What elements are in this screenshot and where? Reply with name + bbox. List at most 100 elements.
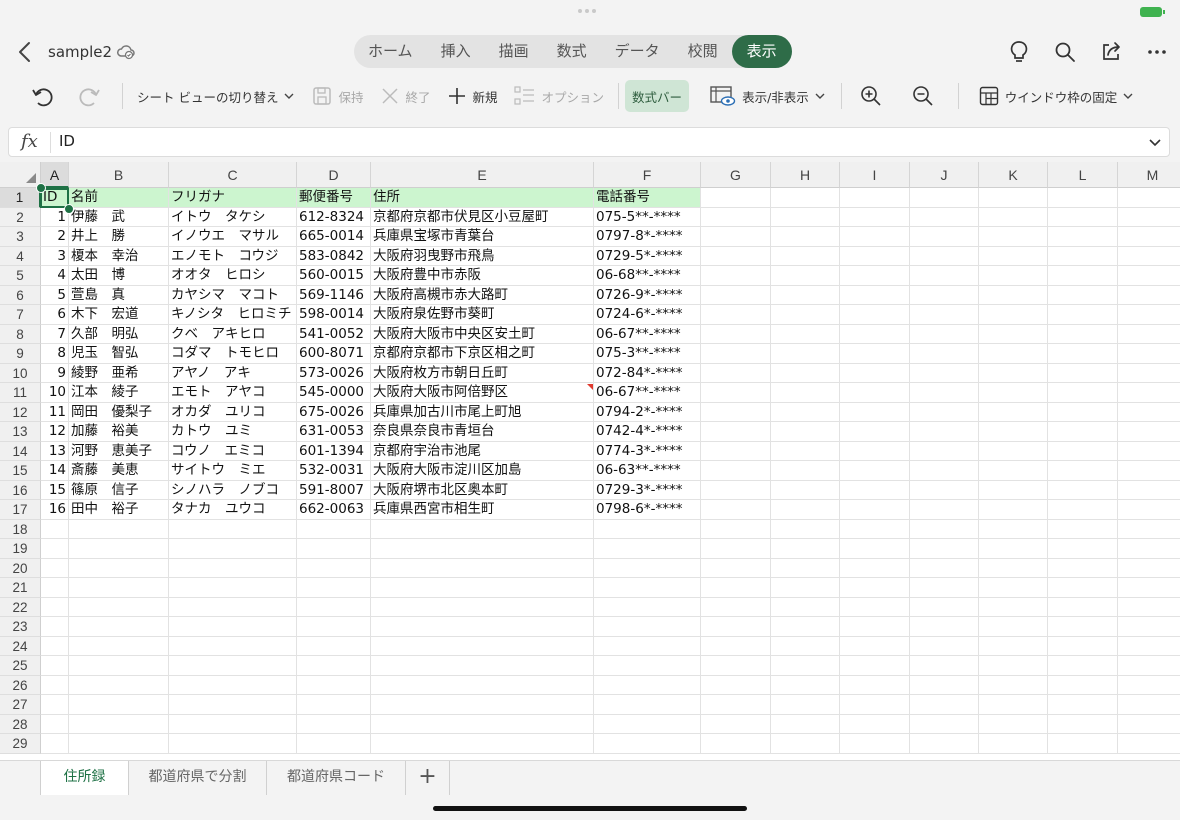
cell[interactable] bbox=[840, 558, 910, 578]
cell[interactable] bbox=[41, 656, 69, 676]
cell[interactable] bbox=[1048, 539, 1118, 559]
cell[interactable] bbox=[169, 695, 297, 715]
cell[interactable]: アヤノ アキ bbox=[169, 363, 297, 383]
cell[interactable]: 573-0026 bbox=[297, 363, 371, 383]
cell[interactable] bbox=[840, 714, 910, 734]
cell[interactable] bbox=[771, 636, 840, 656]
cell[interactable] bbox=[840, 636, 910, 656]
keep-button[interactable]: 保持 bbox=[304, 80, 371, 112]
cell[interactable]: 篠原 信子 bbox=[69, 480, 169, 500]
cell[interactable] bbox=[1048, 188, 1118, 208]
cell[interactable]: 0798-6*-**** bbox=[594, 500, 701, 520]
cell[interactable] bbox=[910, 519, 979, 539]
cell[interactable] bbox=[297, 656, 371, 676]
cell[interactable]: 0726-9*-**** bbox=[594, 285, 701, 305]
cell[interactable] bbox=[41, 519, 69, 539]
cell[interactable] bbox=[701, 383, 771, 403]
cell[interactable]: 560-0015 bbox=[297, 266, 371, 286]
cell[interactable]: 072-84*-**** bbox=[594, 363, 701, 383]
cell[interactable] bbox=[1118, 403, 1180, 422]
cell[interactable] bbox=[1118, 227, 1180, 247]
cell[interactable]: 601-1394 bbox=[297, 441, 371, 461]
cell[interactable] bbox=[1118, 539, 1180, 559]
cell[interactable] bbox=[771, 461, 840, 481]
cell[interactable] bbox=[371, 617, 594, 637]
cell[interactable]: 兵庫県西宮市相生町 bbox=[371, 500, 594, 520]
cell[interactable] bbox=[1048, 402, 1118, 422]
header-cell[interactable]: 電話番号 bbox=[594, 188, 701, 208]
cell[interactable] bbox=[840, 422, 910, 442]
cell[interactable] bbox=[701, 305, 771, 325]
cell[interactable] bbox=[910, 500, 979, 520]
expand-formula-icon[interactable] bbox=[1147, 134, 1163, 154]
cell[interactable] bbox=[41, 597, 69, 617]
cell[interactable] bbox=[1118, 442, 1180, 461]
cell[interactable] bbox=[169, 714, 297, 734]
cell[interactable]: 大阪府泉佐野市葵町 bbox=[371, 305, 594, 325]
cell[interactable]: 井上 勝 bbox=[69, 227, 169, 247]
cell[interactable]: シノハラ ノブコ bbox=[169, 480, 297, 500]
cell[interactable] bbox=[169, 597, 297, 617]
cell[interactable] bbox=[1048, 636, 1118, 656]
cell[interactable] bbox=[69, 636, 169, 656]
home-indicator[interactable] bbox=[433, 806, 747, 811]
cell[interactable] bbox=[840, 519, 910, 539]
cell[interactable]: カヤシマ マコト bbox=[169, 285, 297, 305]
cell[interactable] bbox=[41, 695, 69, 715]
cell[interactable]: 569-1146 bbox=[297, 285, 371, 305]
cell[interactable]: 612-8324 bbox=[297, 207, 371, 227]
cell[interactable] bbox=[701, 227, 771, 247]
sheet-tab[interactable]: 都道府県コード bbox=[267, 761, 406, 795]
cell[interactable] bbox=[69, 539, 169, 559]
cell[interactable]: 14 bbox=[41, 461, 69, 481]
more-options-icon[interactable] bbox=[1144, 39, 1170, 65]
cell[interactable]: 0794-2*-**** bbox=[594, 402, 701, 422]
cell[interactable] bbox=[701, 558, 771, 578]
cell[interactable] bbox=[69, 558, 169, 578]
share-icon[interactable] bbox=[1098, 39, 1124, 65]
cell[interactable] bbox=[840, 266, 910, 286]
column-header[interactable]: G bbox=[701, 162, 771, 188]
cell[interactable] bbox=[169, 578, 297, 598]
cell[interactable] bbox=[771, 246, 840, 266]
cell[interactable] bbox=[771, 227, 840, 247]
search-icon[interactable] bbox=[1052, 39, 1078, 65]
row-header[interactable]: 7 bbox=[0, 305, 41, 325]
row-header[interactable]: 29 bbox=[0, 734, 41, 754]
cell[interactable] bbox=[594, 597, 701, 617]
selection-handle[interactable] bbox=[64, 204, 74, 214]
cell[interactable] bbox=[701, 695, 771, 715]
cell[interactable] bbox=[979, 558, 1048, 578]
cell[interactable] bbox=[371, 656, 594, 676]
cell[interactable] bbox=[840, 461, 910, 481]
undo-button[interactable] bbox=[0, 80, 70, 112]
cell[interactable] bbox=[1118, 637, 1180, 656]
cell[interactable] bbox=[771, 188, 840, 208]
cell[interactable] bbox=[701, 441, 771, 461]
cell[interactable] bbox=[371, 519, 594, 539]
cell[interactable]: 0724-6*-**** bbox=[594, 305, 701, 325]
cell[interactable] bbox=[771, 734, 840, 754]
cell[interactable] bbox=[69, 578, 169, 598]
cell[interactable] bbox=[1118, 208, 1180, 227]
cell[interactable]: 583-0842 bbox=[297, 246, 371, 266]
cell[interactable] bbox=[910, 422, 979, 442]
cell[interactable] bbox=[1048, 363, 1118, 383]
cell[interactable] bbox=[910, 656, 979, 676]
cell[interactable] bbox=[910, 266, 979, 286]
cell[interactable] bbox=[297, 636, 371, 656]
cell[interactable] bbox=[1118, 266, 1180, 286]
cell[interactable] bbox=[701, 500, 771, 520]
cell[interactable]: 12 bbox=[41, 422, 69, 442]
cell[interactable] bbox=[910, 246, 979, 266]
cell[interactable] bbox=[1048, 246, 1118, 266]
cell[interactable] bbox=[41, 578, 69, 598]
cell[interactable] bbox=[1118, 520, 1180, 539]
cell[interactable]: 大阪府大阪市阿倍野区 bbox=[371, 383, 594, 403]
cell[interactable]: 兵庫県加古川市尾上町旭 bbox=[371, 402, 594, 422]
cell[interactable] bbox=[910, 597, 979, 617]
cell[interactable] bbox=[840, 695, 910, 715]
multitasking-grabber[interactable] bbox=[578, 9, 602, 15]
header-cell[interactable]: フリガナ bbox=[169, 188, 297, 208]
cell[interactable] bbox=[1048, 558, 1118, 578]
